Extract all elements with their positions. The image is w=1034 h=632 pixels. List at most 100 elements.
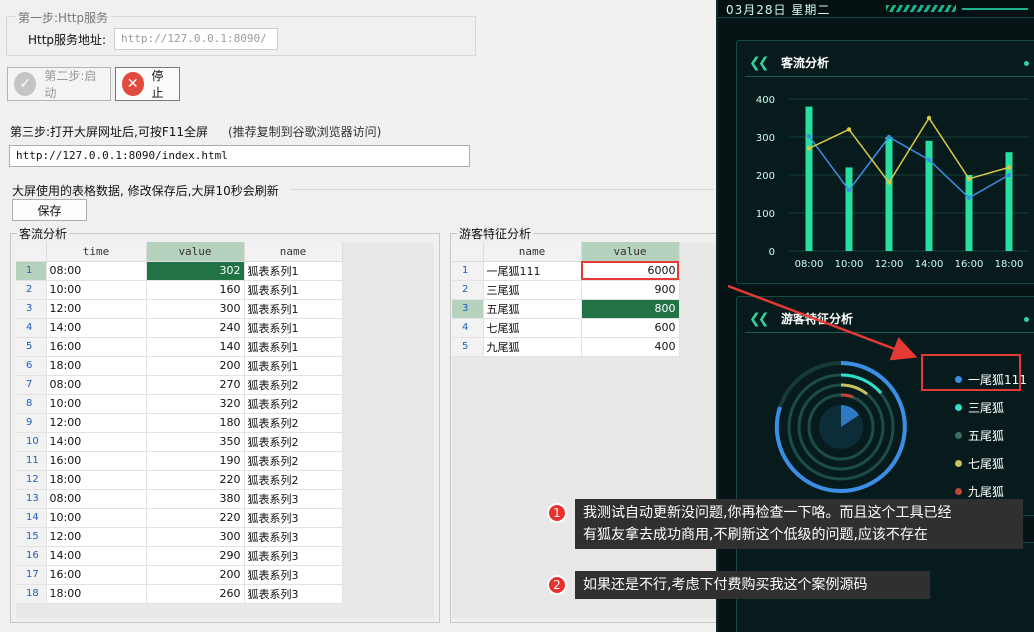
cell-time[interactable]: 16:00 xyxy=(46,337,147,357)
cell-name[interactable]: 狐表系列1 xyxy=(244,299,343,319)
table-row[interactable]: 8 10:00 320 狐表系列2 xyxy=(16,394,343,414)
cell-time[interactable]: 12:00 xyxy=(46,413,147,433)
cell-name[interactable]: 三尾狐 xyxy=(483,280,582,300)
cell-name[interactable]: 狐表系列3 xyxy=(244,527,343,547)
cell-value[interactable]: 6000 xyxy=(581,261,680,281)
cell-name[interactable]: 狐表系列1 xyxy=(244,337,343,357)
traffic-table[interactable]: time value name 1 08:00 302 狐表系列1 2 10:00 160 狐… xyxy=(16,242,343,604)
column-header-name[interactable]: name xyxy=(244,242,343,262)
row-number[interactable]: 14 xyxy=(16,508,47,528)
table-row[interactable]: 5 九尾狐 400 xyxy=(452,337,680,357)
cell-name[interactable]: 狐表系列2 xyxy=(244,470,343,490)
cell-name[interactable]: 狐表系列2 xyxy=(244,413,343,433)
cell-name[interactable]: 狐表系列2 xyxy=(244,394,343,414)
cell-time[interactable]: 14:00 xyxy=(46,318,147,338)
table-row[interactable]: 4 14:00 240 狐表系列1 xyxy=(16,318,343,338)
cell-value[interactable]: 200 xyxy=(146,356,245,376)
row-number[interactable]: 17 xyxy=(16,565,47,585)
cell-name[interactable]: 狐表系列1 xyxy=(244,318,343,338)
table-row[interactable]: 3 五尾狐 800 xyxy=(452,299,680,319)
table-row[interactable]: 11 16:00 190 狐表系列2 xyxy=(16,451,343,471)
row-number[interactable]: 15 xyxy=(16,527,47,547)
cell-time[interactable]: 16:00 xyxy=(46,565,147,585)
row-number[interactable]: 11 xyxy=(16,451,47,471)
row-number[interactable]: 10 xyxy=(16,432,47,452)
cell-name[interactable]: 狐表系列3 xyxy=(244,489,343,509)
row-number[interactable]: 5 xyxy=(16,337,47,357)
table-row[interactable]: 12 18:00 220 狐表系列2 xyxy=(16,470,343,490)
row-number[interactable]: 3 xyxy=(16,299,47,319)
cell-name[interactable]: 狐表系列3 xyxy=(244,508,343,528)
http-address-input[interactable]: http://127.0.0.1:8090/ xyxy=(114,28,278,50)
cell-value[interactable]: 290 xyxy=(146,546,245,566)
cell-time[interactable]: 10:00 xyxy=(46,508,147,528)
table-row[interactable]: 2 10:00 160 狐表系列1 xyxy=(16,280,343,300)
table-row[interactable]: 1 08:00 302 狐表系列1 xyxy=(16,261,343,281)
cell-name[interactable]: 狐表系列1 xyxy=(244,280,343,300)
cell-value[interactable]: 350 xyxy=(146,432,245,452)
cell-value[interactable]: 800 xyxy=(581,299,680,319)
cell-value[interactable]: 300 xyxy=(146,299,245,319)
cell-name[interactable]: 狐表系列3 xyxy=(244,584,343,604)
row-number[interactable]: 13 xyxy=(16,489,47,509)
start-button[interactable]: ✓ 第二步:启动 xyxy=(7,67,111,101)
cell-value[interactable]: 320 xyxy=(146,394,245,414)
cell-value[interactable]: 180 xyxy=(146,413,245,433)
table-row[interactable]: 10 14:00 350 狐表系列2 xyxy=(16,432,343,452)
row-number[interactable]: 2 xyxy=(16,280,47,300)
cell-value[interactable]: 220 xyxy=(146,470,245,490)
row-number[interactable]: 8 xyxy=(16,394,47,414)
cell-value[interactable]: 600 xyxy=(581,318,680,338)
cell-time[interactable]: 12:00 xyxy=(46,527,147,547)
cell-value[interactable]: 380 xyxy=(146,489,245,509)
table-row[interactable]: 6 18:00 200 狐表系列1 xyxy=(16,356,343,376)
cell-value[interactable]: 260 xyxy=(146,584,245,604)
column-header-value[interactable]: value xyxy=(581,242,680,262)
table-row[interactable]: 1 一尾狐111 6000 xyxy=(452,261,680,281)
cell-name[interactable]: 狐表系列3 xyxy=(244,546,343,566)
cell-time[interactable]: 08:00 xyxy=(46,489,147,509)
cell-time[interactable]: 18:00 xyxy=(46,356,147,376)
cell-name[interactable]: 狐表系列1 xyxy=(244,261,343,281)
table-row[interactable]: 18 18:00 260 狐表系列3 xyxy=(16,584,343,604)
cell-name[interactable]: 九尾狐 xyxy=(483,337,582,357)
cell-value[interactable]: 190 xyxy=(146,451,245,471)
cell-name[interactable]: 一尾狐111 xyxy=(483,261,582,281)
column-header-name[interactable]: name xyxy=(483,242,582,262)
cell-value[interactable]: 240 xyxy=(146,318,245,338)
row-number[interactable]: 1 xyxy=(16,261,47,281)
cell-time[interactable]: 10:00 xyxy=(46,280,147,300)
cell-time[interactable]: 08:00 xyxy=(46,261,147,281)
row-number[interactable]: 7 xyxy=(16,375,47,395)
cell-name[interactable]: 狐表系列1 xyxy=(244,356,343,376)
dashboard-url-input[interactable]: http://127.0.0.1:8090/index.html xyxy=(9,145,470,167)
cell-value[interactable]: 160 xyxy=(146,280,245,300)
row-number[interactable]: 2 xyxy=(452,280,484,300)
cell-name[interactable]: 狐表系列2 xyxy=(244,432,343,452)
table-row[interactable]: 17 16:00 200 狐表系列3 xyxy=(16,565,343,585)
cell-time[interactable]: 18:00 xyxy=(46,470,147,490)
cell-time[interactable]: 18:00 xyxy=(46,584,147,604)
row-number[interactable]: 18 xyxy=(16,584,47,604)
visitor-table[interactable]: name value 1 一尾狐111 6000 2 三尾狐 900 3 五尾狐 800 4 七尾狐… xyxy=(452,242,680,357)
row-number[interactable]: 4 xyxy=(452,318,484,338)
table-row[interactable]: 14 10:00 220 狐表系列3 xyxy=(16,508,343,528)
row-number[interactable]: 5 xyxy=(452,337,484,357)
cell-name[interactable]: 狐表系列3 xyxy=(244,565,343,585)
cell-time[interactable]: 16:00 xyxy=(46,451,147,471)
table-row[interactable]: 2 三尾狐 900 xyxy=(452,280,680,300)
row-number[interactable]: 12 xyxy=(16,470,47,490)
cell-name[interactable]: 七尾狐 xyxy=(483,318,582,338)
table-row[interactable]: 3 12:00 300 狐表系列1 xyxy=(16,299,343,319)
cell-value[interactable]: 200 xyxy=(146,565,245,585)
cell-value[interactable]: 220 xyxy=(146,508,245,528)
cell-value[interactable]: 900 xyxy=(581,280,680,300)
cell-time[interactable]: 14:00 xyxy=(46,546,147,566)
cell-time[interactable]: 12:00 xyxy=(46,299,147,319)
row-number[interactable]: 4 xyxy=(16,318,47,338)
table-row[interactable]: 15 12:00 300 狐表系列3 xyxy=(16,527,343,547)
cell-value[interactable]: 302 xyxy=(146,261,245,281)
table-row[interactable]: 5 16:00 140 狐表系列1 xyxy=(16,337,343,357)
row-number[interactable]: 1 xyxy=(452,261,484,281)
cell-time[interactable]: 08:00 xyxy=(46,375,147,395)
